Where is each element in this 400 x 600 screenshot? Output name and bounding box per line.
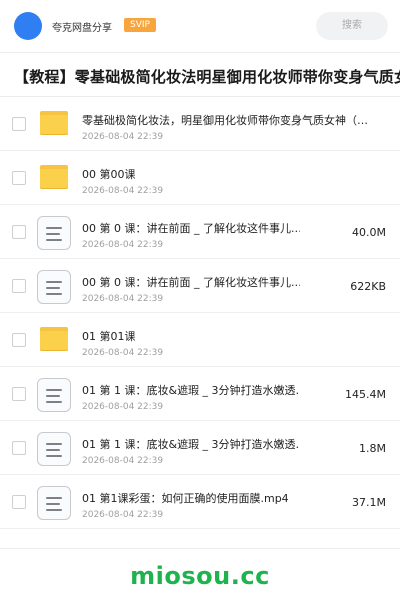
svip-badge: SVIP [124,18,156,32]
select-checkbox[interactable] [12,441,26,455]
share-owner-name: 夸克网盘分享 [52,23,112,34]
file-name: 01 第01课 [82,330,136,343]
document-icon [37,216,71,250]
file-name: 01 第1课彩蛋：如何正确的使用面膜.mp4 [82,492,289,505]
header-divider [0,52,400,53]
select-checkbox[interactable] [12,387,26,401]
file-date: 2026-08-04 22:39 [82,510,164,520]
file-name: 00 第00课 [82,168,136,181]
file-date: 2026-08-04 22:39 [82,402,164,412]
list-item[interactable]: 01 第01课 2026-08-04 22:39 [0,313,400,367]
file-size: 40.0M [352,226,386,239]
file-name: 01 第 1 课：底妆&遮瑕 _ 3分钟打造水嫩透… [82,384,300,397]
folder-icon [40,165,68,189]
list-item[interactable]: 00 第00课 2026-08-04 22:39 [0,151,400,205]
file-date: 2026-08-04 22:39 [82,186,164,196]
select-checkbox[interactable] [12,333,26,347]
file-date: 2026-08-04 22:39 [82,348,164,358]
file-size: 622KB [350,280,386,293]
select-checkbox[interactable] [12,117,26,131]
select-checkbox[interactable] [12,171,26,185]
file-name: 00 第 0 课：讲在前面 _ 了解化妆这件事儿.… [82,276,300,289]
search-input[interactable]: 搜索 [316,12,388,40]
list-item[interactable]: 00 第 0 课：讲在前面 _ 了解化妆这件事儿.… 2026-08-04 22… [0,205,400,259]
title-bar: 【教程】零基础极简化妆法明星御用化妆师带你变身气质女神 [0,60,400,92]
file-size: 37.1M [352,496,386,509]
list-item[interactable]: 00 第 0 课：讲在前面 _ 了解化妆这件事儿.… 2026-08-04 22… [0,259,400,313]
file-date: 2026-08-04 22:39 [82,240,164,250]
footer-divider [0,548,400,549]
list-item[interactable]: 01 第 1 课：底妆&遮瑕 _ 3分钟打造水嫩透… 2026-08-04 22… [0,367,400,421]
document-icon [37,378,71,412]
list-item[interactable]: 01 第1课彩蛋：如何正确的使用面膜.mp4 2026-08-04 22:39 … [0,475,400,529]
file-size: 145.4M [345,388,386,401]
file-name: 00 第 0 课：讲在前面 _ 了解化妆这件事儿.… [82,222,300,235]
file-name: 零基础极简化妆法，明星御用化妆师带你变身气质女神（… [82,114,368,127]
list-item[interactable]: 01 第 1 课：底妆&遮瑕 _ 3分钟打造水嫩透… 2026-08-04 22… [0,421,400,475]
file-date: 2026-08-04 22:39 [82,294,164,304]
page-title: 【教程】零基础极简化妆法明星御用化妆师带你变身气质女神 [14,68,400,86]
list-item[interactable]: 零基础极简化妆法，明星御用化妆师带你变身气质女神（… 2026-08-04 22… [0,97,400,151]
select-checkbox[interactable] [12,495,26,509]
select-checkbox[interactable] [12,279,26,293]
document-icon [37,270,71,304]
avatar[interactable] [14,12,42,40]
file-name: 01 第 1 课：底妆&遮瑕 _ 3分钟打造水嫩透… [82,438,300,451]
document-icon [37,486,71,520]
file-date: 2026-08-04 22:39 [82,456,164,466]
select-checkbox[interactable] [12,225,26,239]
document-icon [37,432,71,466]
folder-icon [40,111,68,135]
site-watermark: miosou.cc [130,562,270,590]
file-size: 1.8M [359,442,386,455]
share-header: 夸克网盘分享 SVIP 搜索 [0,0,400,52]
file-date: 2026-08-04 22:39 [82,132,164,142]
folder-icon [40,327,68,351]
